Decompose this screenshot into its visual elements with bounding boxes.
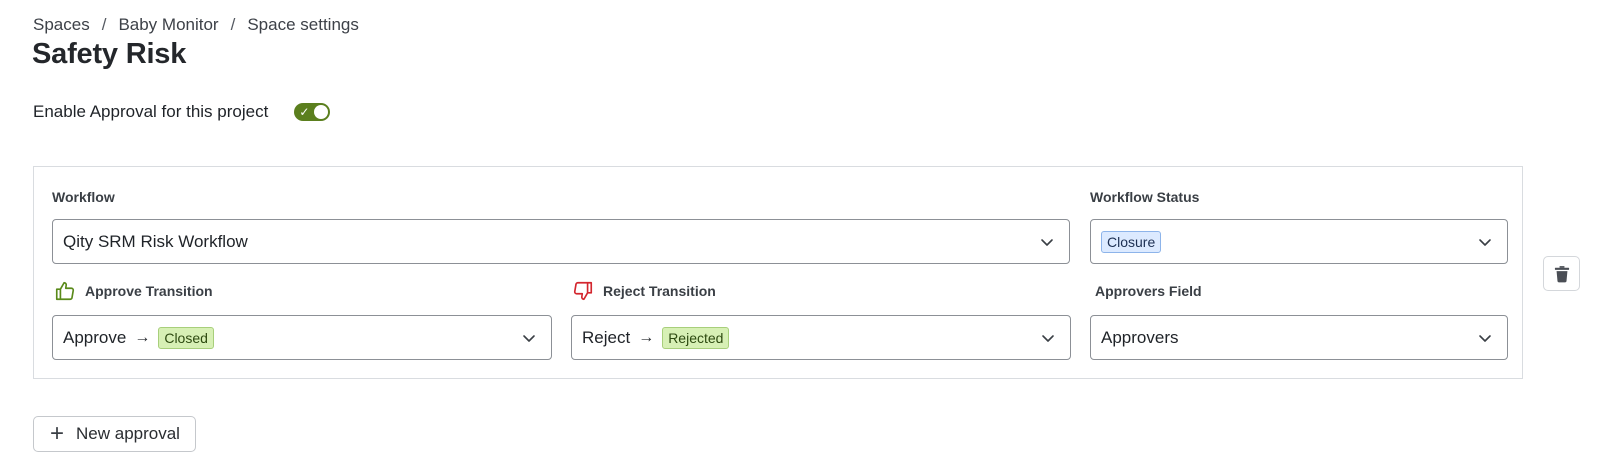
reject-transition-label-text: Reject Transition [603,283,716,299]
breadcrumb-baby-monitor[interactable]: Baby Monitor [118,15,218,35]
approvers-field-value: Approvers [1101,327,1179,347]
breadcrumb: Spaces / Baby Monitor / Space settings [33,15,359,35]
workflow-select[interactable]: Qity SRM Risk Workflow [52,219,1070,264]
workflow-status-label: Workflow Status [1090,189,1199,205]
enable-approval-row: Enable Approval for this project ✓ [33,102,331,122]
toggle-knob [314,105,329,119]
arrow-right-icon: → [134,328,151,346]
plus-icon: + [50,420,65,447]
breadcrumb-spaces[interactable]: Spaces [33,15,90,35]
approve-action: Approve [63,327,127,347]
approve-target-tag: Closed [158,326,214,349]
reject-transition-select[interactable]: Reject → Rejected [571,315,1071,360]
workflow-value: Qity SRM Risk Workflow [63,231,248,251]
workflow-status-label-text: Workflow Status [1090,189,1200,205]
approve-transition-label: Approve Transition [54,280,213,302]
chevron-down-icon [1042,335,1054,342]
thumbs-up-icon [55,281,75,301]
approvers-field-select[interactable]: Approvers [1090,315,1508,360]
trash-icon [1554,265,1569,282]
chevron-down-icon [1479,239,1491,246]
check-icon: ✓ [299,105,310,119]
reject-transition-label: Reject Transition [572,280,716,302]
breadcrumb-space-settings[interactable]: Space settings [247,15,359,35]
workflow-label-text: Workflow [52,189,115,205]
thumbs-down-icon [573,281,593,301]
breadcrumb-separator: / [230,15,236,34]
workflow-status-tag: Closure [1101,230,1162,253]
new-approval-label: New approval [76,424,180,443]
chevron-down-icon [1479,335,1491,342]
enable-approval-toggle[interactable]: ✓ [294,103,331,121]
delete-approval-button[interactable] [1543,256,1580,291]
enable-approval-label: Enable Approval for this project [33,102,269,121]
reject-target-tag: Rejected [662,326,730,349]
workflow-label: Workflow [52,189,115,205]
approvers-field-label: Approvers Field [1095,280,1202,302]
approve-transition-label-text: Approve Transition [85,283,213,299]
arrow-right-icon: → [638,328,655,346]
reject-action: Reject [582,327,631,347]
approve-transition-select[interactable]: Approve → Closed [52,315,552,360]
workflow-status-select[interactable]: Closure [1090,219,1508,264]
approvers-field-label-text: Approvers Field [1095,283,1202,299]
breadcrumb-separator: / [101,15,107,34]
approval-card: Workflow Qity SRM Risk Workflow Workflow… [33,166,1523,379]
chevron-down-icon [523,335,535,342]
new-approval-button[interactable]: + New approval [33,416,196,452]
page-title: Safety Risk [32,38,187,70]
chevron-down-icon [1041,239,1053,246]
